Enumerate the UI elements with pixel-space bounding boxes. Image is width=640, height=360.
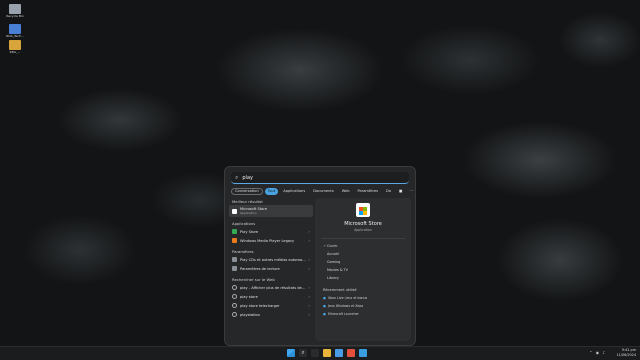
apps-heading: Applications	[232, 221, 256, 226]
web-result[interactable]: play store ›	[229, 292, 313, 301]
action-label: Accueil	[327, 252, 340, 256]
action-label: Library	[327, 276, 339, 280]
start-icon[interactable]	[287, 349, 295, 357]
web-result[interactable]: playstation ›	[229, 310, 313, 319]
recycle-bin-icon	[9, 4, 21, 14]
document-icon	[9, 24, 21, 34]
search-filters: Conversation Tout Applications Documents…	[231, 187, 414, 196]
taskbar-apps: ⌕	[287, 349, 367, 357]
edge-icon[interactable]	[335, 349, 343, 357]
result-label: play store	[240, 294, 258, 299]
recent-heading: Récemment utilisé	[323, 288, 357, 292]
desktop-icon-file[interactable]: RDA_Tech...	[4, 24, 26, 38]
results-list: Meilleur résultat Microsoft Store Applic…	[229, 198, 313, 341]
chevron-right-icon: ›	[308, 285, 310, 290]
media-player-icon	[232, 238, 237, 243]
web-result[interactable]: play store telecharger ›	[229, 301, 313, 310]
recent-label: Jeux Windows et Xbox	[328, 304, 364, 308]
web-result[interactable]: play - Afficher plus de résultats de rec…	[229, 283, 313, 292]
search-box[interactable]: ⌕	[231, 172, 409, 184]
action-gaming[interactable]: Gaming	[315, 258, 411, 266]
filter-settings[interactable]: Paramètres	[355, 188, 382, 195]
settings-icon	[232, 257, 237, 262]
preview-app-type: Application	[354, 228, 372, 232]
chevron-right-icon: ›	[308, 238, 310, 243]
more-options-button[interactable]: ···	[407, 188, 414, 195]
tray-icons[interactable]: ⌃ ◉ ♪	[589, 350, 606, 355]
search-panel: ⌕ Conversation Tout Applications Documen…	[224, 166, 416, 346]
microsoft-store-icon	[232, 208, 237, 214]
result-autoplay-setting[interactable]: Play CDs et autres médias automatiquemen…	[229, 255, 313, 264]
clock-date: 11/06/2024	[616, 353, 636, 357]
clock[interactable]: 9:41 pm 11/06/2024	[616, 348, 636, 358]
result-label: Paramètres de lecture	[240, 266, 280, 271]
result-label: Windows Media Player Legacy	[240, 238, 295, 243]
action-label: Ouvrir	[327, 244, 338, 248]
divider	[321, 238, 405, 239]
action-movies-tv[interactable]: Movies & TV	[315, 266, 411, 274]
microsoft-store-icon	[356, 203, 370, 217]
chevron-right-icon: ›	[308, 266, 310, 271]
filter-all[interactable]: Tout	[264, 188, 279, 195]
preview-pane: Microsoft Store Application ↗ Ouvrir Acc…	[315, 198, 411, 341]
action-label: Movies & TV	[327, 268, 348, 272]
app-icon[interactable]	[359, 349, 367, 357]
desktop-icon-label: Recycle Bin	[6, 14, 24, 18]
desktop-icon-recycle-bin[interactable]: Recycle Bin	[4, 4, 26, 18]
action-library[interactable]: Library	[315, 274, 411, 282]
filter-web[interactable]: Web	[339, 188, 353, 195]
action-open[interactable]: ↗ Ouvrir	[315, 242, 411, 250]
play-store-icon	[232, 229, 237, 234]
taskbar: ⌕ ⌃ ◉ ♪ 9:41 pm 11/06/2024	[0, 346, 640, 360]
result-playback-settings[interactable]: Paramètres de lecture ›	[229, 264, 313, 273]
desktop-icon-folder[interactable]: RDA_...	[4, 40, 26, 54]
search-icon	[232, 312, 237, 317]
action-home[interactable]: Accueil	[315, 250, 411, 258]
filter-more-truncated[interactable]: Do	[383, 188, 394, 195]
result-windows-media-player[interactable]: Windows Media Player Legacy ›	[229, 236, 313, 245]
recent-label: Minecraft Launcher	[328, 312, 359, 316]
recent-label: Xbox Live: jeux et bonus	[328, 296, 368, 300]
chevron-right-icon: ›	[308, 229, 310, 234]
filter-documents[interactable]: Documents	[310, 188, 337, 195]
settings-heading: Paramètres	[232, 249, 254, 254]
search-input[interactable]	[242, 174, 383, 181]
result-label: Play CDs et autres médias automatiquemen…	[240, 257, 306, 262]
best-match-microsoft-store[interactable]: Microsoft Store Application	[229, 205, 313, 217]
search-icon	[232, 303, 237, 308]
result-label: play - Afficher plus de résultats de rec…	[240, 285, 307, 290]
search-icon[interactable]: ⌕	[299, 349, 307, 357]
chevron-right-icon: ›	[308, 312, 310, 317]
settings-icon	[232, 266, 237, 271]
chevron-right-icon: ›	[308, 303, 310, 308]
filter-conversation[interactable]: Conversation	[231, 188, 263, 195]
chevron-right-icon: ›	[308, 294, 310, 299]
preview-header: Microsoft Store Application	[315, 198, 411, 232]
best-match-subtitle: Application	[240, 211, 257, 215]
desktop-icon-label: RDA_Tech...	[6, 34, 24, 38]
store-icon[interactable]	[347, 349, 355, 357]
folder-icon	[9, 40, 21, 50]
desktop-icon-label: RDA_...	[9, 50, 21, 54]
file-explorer-icon[interactable]	[323, 349, 331, 357]
best-match-heading: Meilleur résultat	[232, 199, 263, 204]
web-search-heading: Rechercher sur le Web	[232, 277, 275, 282]
task-view-icon[interactable]	[311, 349, 319, 357]
chevron-right-icon: ›	[308, 257, 310, 262]
result-label: Play Store	[240, 229, 259, 234]
recent-item[interactable]: ● Minecraft Launcher	[315, 310, 411, 318]
recent-item[interactable]: ● Xbox Live: jeux et bonus	[315, 294, 411, 302]
action-label: Gaming	[327, 260, 341, 264]
search-icon: ⌕	[235, 173, 239, 181]
search-icon	[232, 285, 237, 290]
result-play-store[interactable]: Play Store ›	[229, 227, 313, 236]
result-label: play store telecharger	[240, 303, 280, 308]
play-icon[interactable]: ■	[396, 188, 405, 195]
preview-app-name: Microsoft Store	[344, 221, 382, 227]
recent-item[interactable]: ● Jeux Windows et Xbox	[315, 302, 411, 310]
result-label: playstation	[240, 312, 260, 317]
search-icon	[232, 294, 237, 299]
filter-apps[interactable]: Applications	[280, 188, 308, 195]
